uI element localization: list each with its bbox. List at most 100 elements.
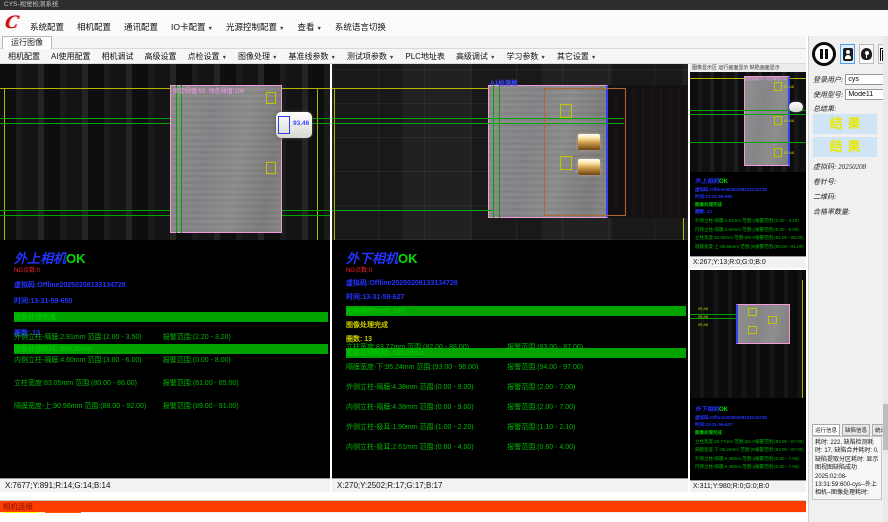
alarm-range: 报警范围:(81.00 - 85.00) xyxy=(755,235,804,241)
toolbar-spot-check[interactable]: 点检设置▼ xyxy=(188,51,227,62)
overlay-line xyxy=(690,318,736,319)
measurement: 立柱宽度:83.05mm 范围:(80.00 - 86.00) xyxy=(14,378,163,388)
toolbar: 相机配置 AI使用配置 相机调试 高级设置 点检设置▼ 图像处理▼ 基准线参数▼… xyxy=(0,49,806,64)
chevron-down-icon: ▼ xyxy=(591,55,596,61)
mini-camera-view-lower[interactable]: 93.46 93.46 93.46 xyxy=(690,270,806,398)
detect-box xyxy=(774,116,782,125)
cursor-coords-mini-upper: X:267;Y:13;R:0;G:0;B:0 xyxy=(690,256,806,268)
user-login-button[interactable] xyxy=(840,44,855,64)
overlay-line xyxy=(802,280,803,398)
menu-item-system-config[interactable]: 系统配置 xyxy=(30,21,64,33)
detect-box xyxy=(560,156,572,170)
sidebar-scrollbar[interactable] xyxy=(883,36,888,522)
alarm-range: 报警范围:(0.00 - 8.00) xyxy=(755,227,804,233)
toolbar-advanced-settings[interactable]: 高级设置 xyxy=(145,51,177,62)
toolbar-test-params[interactable]: 测试项参数▼ xyxy=(347,51,394,62)
battery-cell-region xyxy=(170,85,282,233)
camera-panel-lower: A1检测框 外下相机OK NG点数:0 虚拟码:Offline202502081… xyxy=(332,64,688,492)
measurement: 内侧立柱-隔膜:4.60mm 范围:(3.00 - 6.00) xyxy=(14,355,163,365)
toolbar-advanced-debug[interactable]: 高级调试▼ xyxy=(456,51,495,62)
alarm-range: 报警范围:(89.00 - 91.00) xyxy=(163,401,324,411)
pin-number-label: 卷针号: xyxy=(813,177,836,187)
result-ok-badge: OK xyxy=(719,179,728,185)
menu-item-label: 通讯配置 xyxy=(124,22,158,32)
alarm-range: 报警范围:(0.00 - 8.00) xyxy=(163,355,324,365)
measurement-row: 外侧立柱-隔膜:2.91mm 范围:(2.00 - 3.50)报警范围:(2.2… xyxy=(695,218,804,224)
tab-run-info[interactable]: 运行信息 xyxy=(812,424,840,436)
model-label: 使用型号: xyxy=(813,90,843,100)
toolbar-image-processing[interactable]: 图像处理▼ xyxy=(238,51,277,62)
toolbar-learn-params[interactable]: 学习参数▼ xyxy=(506,51,545,62)
toolbar-label: 测试项参数 xyxy=(347,52,387,61)
login-user-input[interactable] xyxy=(845,74,887,85)
measurement-rows-upper: 外侧立柱-隔膜:2.91mm 范围:(2.00 - 3.50)报警范围:(2.2… xyxy=(14,332,324,424)
alarm-range: 报警范围:(0.60 - 4.00) xyxy=(507,442,682,452)
menu-item-comm-config[interactable]: 通讯配置 xyxy=(124,21,158,33)
measurement-rows-lower: 立柱宽度:83.77mm 范围:(82.00 - 88.00)报警范围:(83.… xyxy=(346,342,682,462)
mini-result-info: 外上相机OK 虚拟码:Offline20250208133134728 时间:1… xyxy=(695,176,804,252)
battery-cell-region xyxy=(736,304,790,344)
alarm-range: 报警范围:(2.20 - 3.20) xyxy=(755,218,804,224)
measurement: 内侧立柱-隔膜:4.38mm 范围:(0.00 - 9.00) xyxy=(695,464,755,470)
menu-item-label: 光源控制配置 xyxy=(226,22,277,32)
pass-rate-label: 合格率数量: xyxy=(813,207,850,217)
measurement: 外侧立柱-隔膜:4.38mm 范围:(0.00 - 9.00) xyxy=(346,382,507,392)
process-done: 图像处理完成 xyxy=(346,320,686,330)
mini-panel-header: 图像显示区 运行画面显示 缺陷画面显示 xyxy=(690,64,806,72)
lock-button[interactable] xyxy=(859,44,874,64)
toolbar-camera-config[interactable]: 相机配置 xyxy=(8,51,40,62)
chevron-down-icon: ▼ xyxy=(279,26,284,32)
app-logo-icon: C xyxy=(3,12,20,34)
measurement-row: 立柱宽度:83.05mm 范围:(80.00 - 86.00)报警范围:(81.… xyxy=(695,235,804,241)
measure-box xyxy=(278,116,290,134)
menu-item-language-switch[interactable]: 系统语言切换 xyxy=(335,21,386,33)
measurement: 立柱宽度:83.05mm 范围:(80.00 - 86.00) xyxy=(695,235,755,241)
tab-run-image[interactable]: 运行图像 xyxy=(2,36,52,49)
overlay-line xyxy=(690,142,806,143)
capture-time: 时间:13-31-59-650 xyxy=(14,296,328,306)
overlay-line xyxy=(176,85,177,233)
scrollbar-thumb[interactable] xyxy=(883,404,888,450)
measurement-row: 内侧立柱-隔膜:4.38mm 范围:(0.00 - 9.00)报警范围:(2.0… xyxy=(695,464,804,470)
measurement: 外侧立柱-隔膜:2.91mm 范围:(2.00 - 3.50) xyxy=(695,218,755,224)
menu-item-label: IO卡配置 xyxy=(171,22,205,32)
measurement-row: 外侧立柱-隔膜:4.38mm 范围:(0.00 - 9.00)报警范围:(2.0… xyxy=(346,382,682,392)
toolbar-camera-debug[interactable]: 相机调试 xyxy=(102,51,134,62)
info-tabs: 运行信息 缺陷信息 统计信息 xyxy=(812,424,888,436)
chevron-down-icon: ▼ xyxy=(316,26,321,32)
toolbar-baseline-params[interactable]: 基准线参数▼ xyxy=(288,51,335,62)
chevron-down-icon: ▼ xyxy=(330,55,335,61)
measurement-row: 立柱宽度:83.77mm 范围:(82.00 - 88.00)报警范围:(83.… xyxy=(695,439,804,445)
process-done: 图像处理完成 xyxy=(695,430,804,436)
measure-value-overlay: 93.46 xyxy=(293,120,309,127)
measure-value-overlay: 93.46 xyxy=(784,150,794,155)
menu-item-camera-config[interactable]: 相机配置 xyxy=(77,21,111,33)
overlay-line xyxy=(493,85,494,218)
toolbar-label: 高级调试 xyxy=(456,52,488,61)
toolbar-ai-config[interactable]: AI使用配置 xyxy=(51,51,91,62)
toolbar-plc-address[interactable]: PLC地址表 xyxy=(405,51,445,62)
menu-item-view[interactable]: 查看▼ xyxy=(297,21,321,33)
menu-item-label: 系统语言切换 xyxy=(335,22,386,32)
virtual-code: 虚拟码:Offline20250208133134728 xyxy=(14,280,328,290)
model-input[interactable] xyxy=(845,89,887,100)
camera-name: 外上相机 xyxy=(14,251,66,266)
tab-defect-info[interactable]: 缺陷信息 xyxy=(842,424,870,436)
total-result-label: 总结果: xyxy=(813,104,836,114)
log-text-area[interactable]: 耗时: 222, 缺陷检测耗时: 17, 缺陷合并耗时: 0, 缺陷提取分区耗时… xyxy=(812,436,882,500)
measurement-row: 隔膜宽度-上:90.56mm 范围:(88.00 - 92.00)报警范围:(8… xyxy=(14,401,324,411)
menu-item-io-config[interactable]: IO卡配置▼ xyxy=(171,21,213,33)
overlay-line xyxy=(690,314,736,315)
measurement: 外侧立柱-隔膜:2.91mm 范围:(2.00 - 3.50) xyxy=(14,332,163,342)
mini-panel-lower: 93.46 93.46 93.46 外下相机OK 虚拟码:Offline2025… xyxy=(690,270,806,492)
toolbar-other-settings[interactable]: 其它设置▼ xyxy=(557,51,596,62)
pause-button[interactable] xyxy=(812,42,836,66)
camera-view-upper[interactable]: 固定阈值:93, 动态阈值:100 93.46 xyxy=(0,64,330,240)
detect-box xyxy=(266,92,276,104)
qr-code-label: 二维码: xyxy=(813,192,836,202)
mini-camera-view-upper[interactable]: 固定阈值:93, 动态阈值:100 93.46 93.46 93.46 xyxy=(690,72,806,172)
measurement-row: 内侧立柱-隔膜:4.60mm 范围:(3.00 - 6.00)报警范围:(0.0… xyxy=(695,227,804,233)
measure-value-overlay: 93.46 xyxy=(698,314,708,319)
menu-item-light-config[interactable]: 光源控制配置▼ xyxy=(226,21,284,33)
camera-view-lower[interactable]: A1检测框 xyxy=(332,64,688,240)
